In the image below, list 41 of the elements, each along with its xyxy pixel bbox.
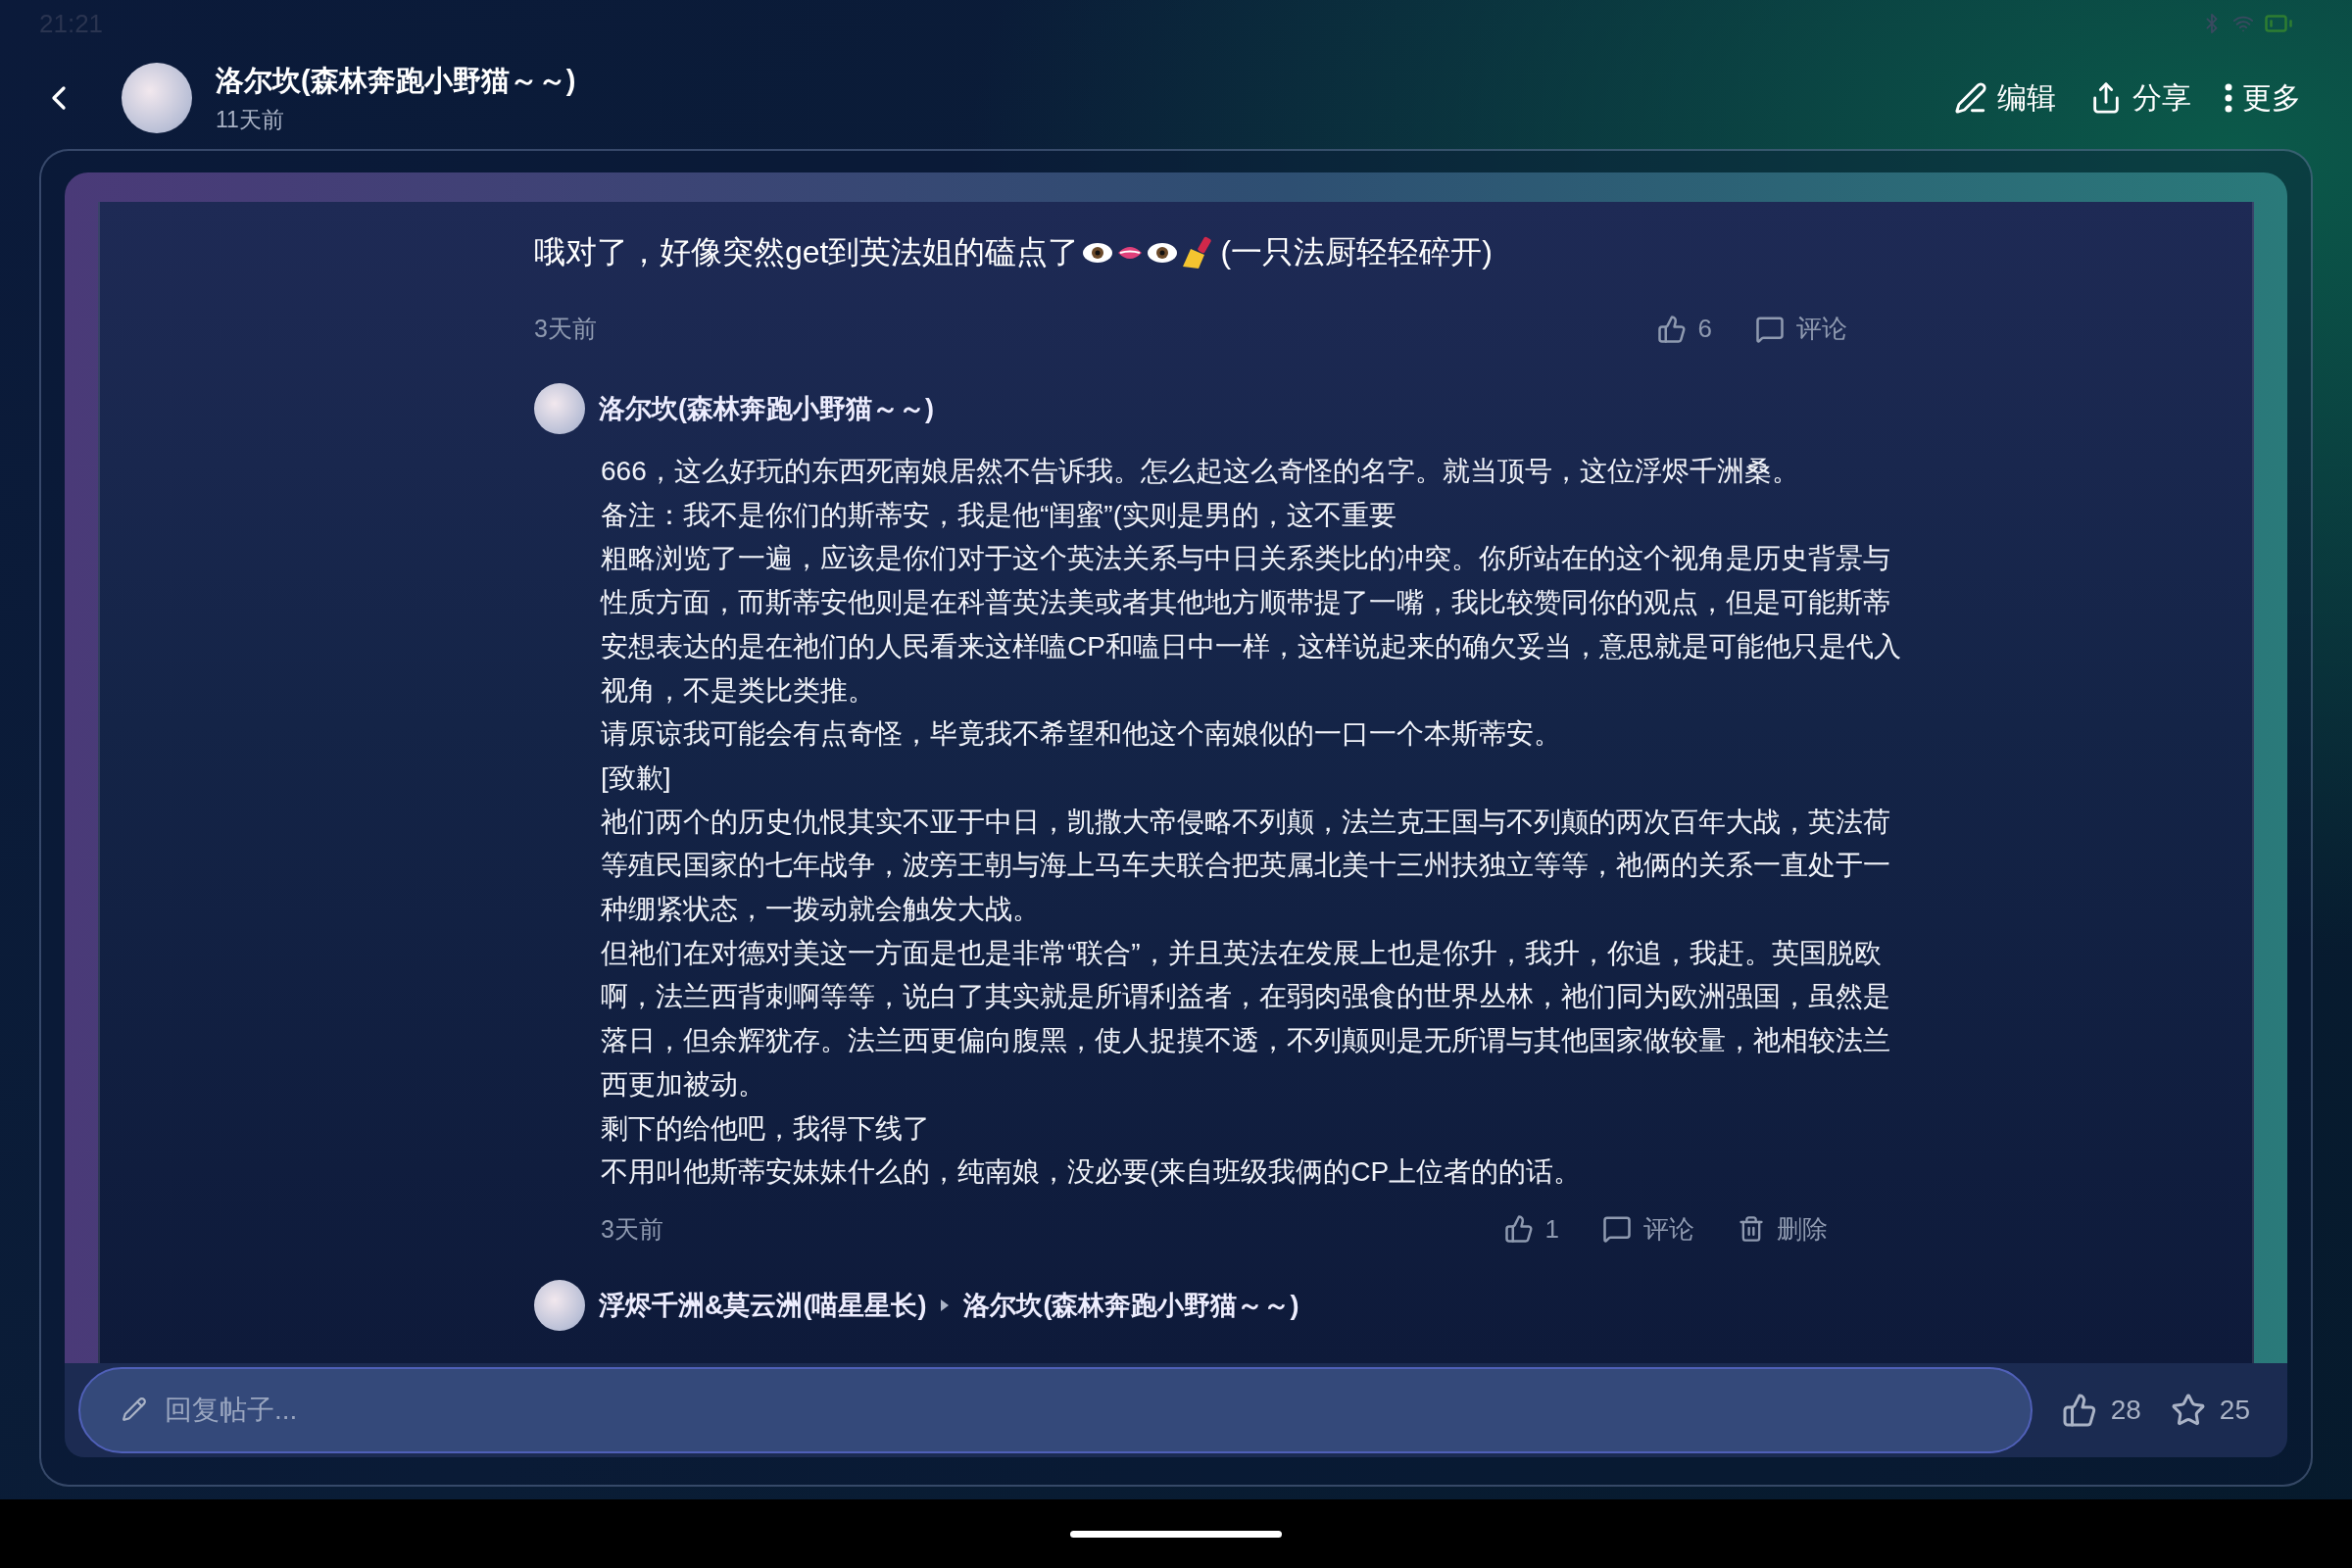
comment-button[interactable]: 评论 — [1755, 312, 1847, 346]
home-indicator[interactable] — [1070, 1530, 1282, 1538]
trash-icon — [1738, 1215, 1765, 1244]
post-date: 3天前 — [534, 314, 597, 344]
delete-button[interactable]: 删除 — [1738, 1211, 1828, 1247]
comment-paragraph: 粗略浏览了一遍，应该是你们对于这个英法关系与中日关系类比的冲突。你所站在的这个视角是历史背景与性质方面，而斯蒂安他则是在科普英法美或者其他地方顺带提了一嘴，我比较赞同你的观点，但是可能斯蒂安想表达的是在祂们的人民看来这样嗑CP和嗑日中一样，这样说起来的确欠妥当，意思就是可能他只是代入视角，不是类比类推。 — [601, 542, 1902, 708]
post-text: (一只法厨轻轻碎开) — [1220, 233, 1493, 271]
comment-button[interactable]: 评论 — [1602, 1211, 1694, 1247]
comment-paragraph: 但祂们在对德对美这一方面是也是非常“联合”，并且英法在发展上也是你升，我升，你追，我赶。英国脱欧啊，法兰西背刺啊等等，说白了其实就是所谓利益者，在弱肉强食的世界丛林，祂们同为欧洲强国，虽然是落日，但余辉犹存。法兰西更偏向腹黑，使人捉摸不透，不列颠则是无所谓与其他国家做较量，祂相较法兰西更加被动。 — [601, 936, 1891, 1102]
reply-to-name[interactable]: 洛尔坎(森林奔跑小野猫～～) — [963, 1287, 1299, 1323]
comment-paragraph: [致歉] — [601, 760, 672, 795]
commenter-name[interactable]: 洛尔坎(森林奔跑小野猫～～) — [599, 391, 934, 426]
post-text: 哦对了，好像突然get到英法姐的磕点了 — [534, 233, 1080, 271]
like-button[interactable]: 1 — [1503, 1213, 1559, 1245]
star-icon — [2170, 1393, 2206, 1428]
edit-button[interactable]: 编辑 — [1950, 74, 2060, 122]
like-button[interactable]: 28 — [2061, 1393, 2141, 1428]
edit-icon — [1954, 81, 1987, 115]
post-time: 11天前 — [216, 105, 285, 134]
commenter-avatar[interactable] — [534, 383, 585, 434]
share-button[interactable]: 分享 — [2085, 74, 2195, 122]
like-button[interactable]: 6 — [1656, 314, 1712, 344]
comment-paragraph: 666，这么好玩的东西死南娘居然不告诉我。怎么起这么奇怪的名字。就当顶号，这位浮烬千洲桑。 — [601, 455, 1800, 488]
more-button[interactable]: 更多 — [2221, 74, 2305, 122]
reply-arrow-icon — [940, 1298, 951, 1312]
commenter-name[interactable]: 浮烬千洲&莫云洲(喵星星长) — [599, 1287, 927, 1323]
comment-paragraph: 祂们两个的历史仇恨其实不亚于中日，凯撒大帝侵略不列颠，法兰克王国与不列颠的两次百年大战，英法荷等殖民国家的七年战争，波旁王朝与海上马车夫联合把英属北美十三州扶独立等等，祂俩的关系一直处于一种绷紧状态，一拨动就会触发大战。 — [601, 805, 1891, 927]
comment-paragraph: 剩下的给他吧，我得下线了 — [601, 1111, 931, 1146]
commenter-avatar[interactable] — [534, 1279, 585, 1331]
more-icon — [2225, 83, 2232, 113]
thumbs-up-icon — [1656, 314, 1687, 344]
comment-paragraph: 请原谅我可能会有点奇怪，毕竟我不希望和他这个南娘似的一口一个本斯蒂安。 — [601, 717, 1562, 752]
comment-paragraph: 备注：我不是你们的斯蒂安，我是他“闺蜜”(实则是男的，这不重要 — [601, 498, 1397, 532]
author-name: 洛尔坎(森林奔跑小野猫～～) — [216, 63, 576, 98]
reply-input-field[interactable]: 回复帖子... — [78, 1367, 2033, 1453]
thumbs-up-icon — [1503, 1214, 1534, 1245]
comment-icon — [1602, 1214, 1632, 1245]
favorite-button[interactable]: 25 — [2170, 1393, 2250, 1428]
comment-paragraph: 不用叫他斯蒂安妹妹什么的，纯南娘，没必要(来自班级我俩的CP上位者的的话。 — [601, 1155, 1583, 1190]
comment-date: 3天前 — [601, 1213, 663, 1245]
thumbs-up-icon — [2061, 1393, 2097, 1428]
